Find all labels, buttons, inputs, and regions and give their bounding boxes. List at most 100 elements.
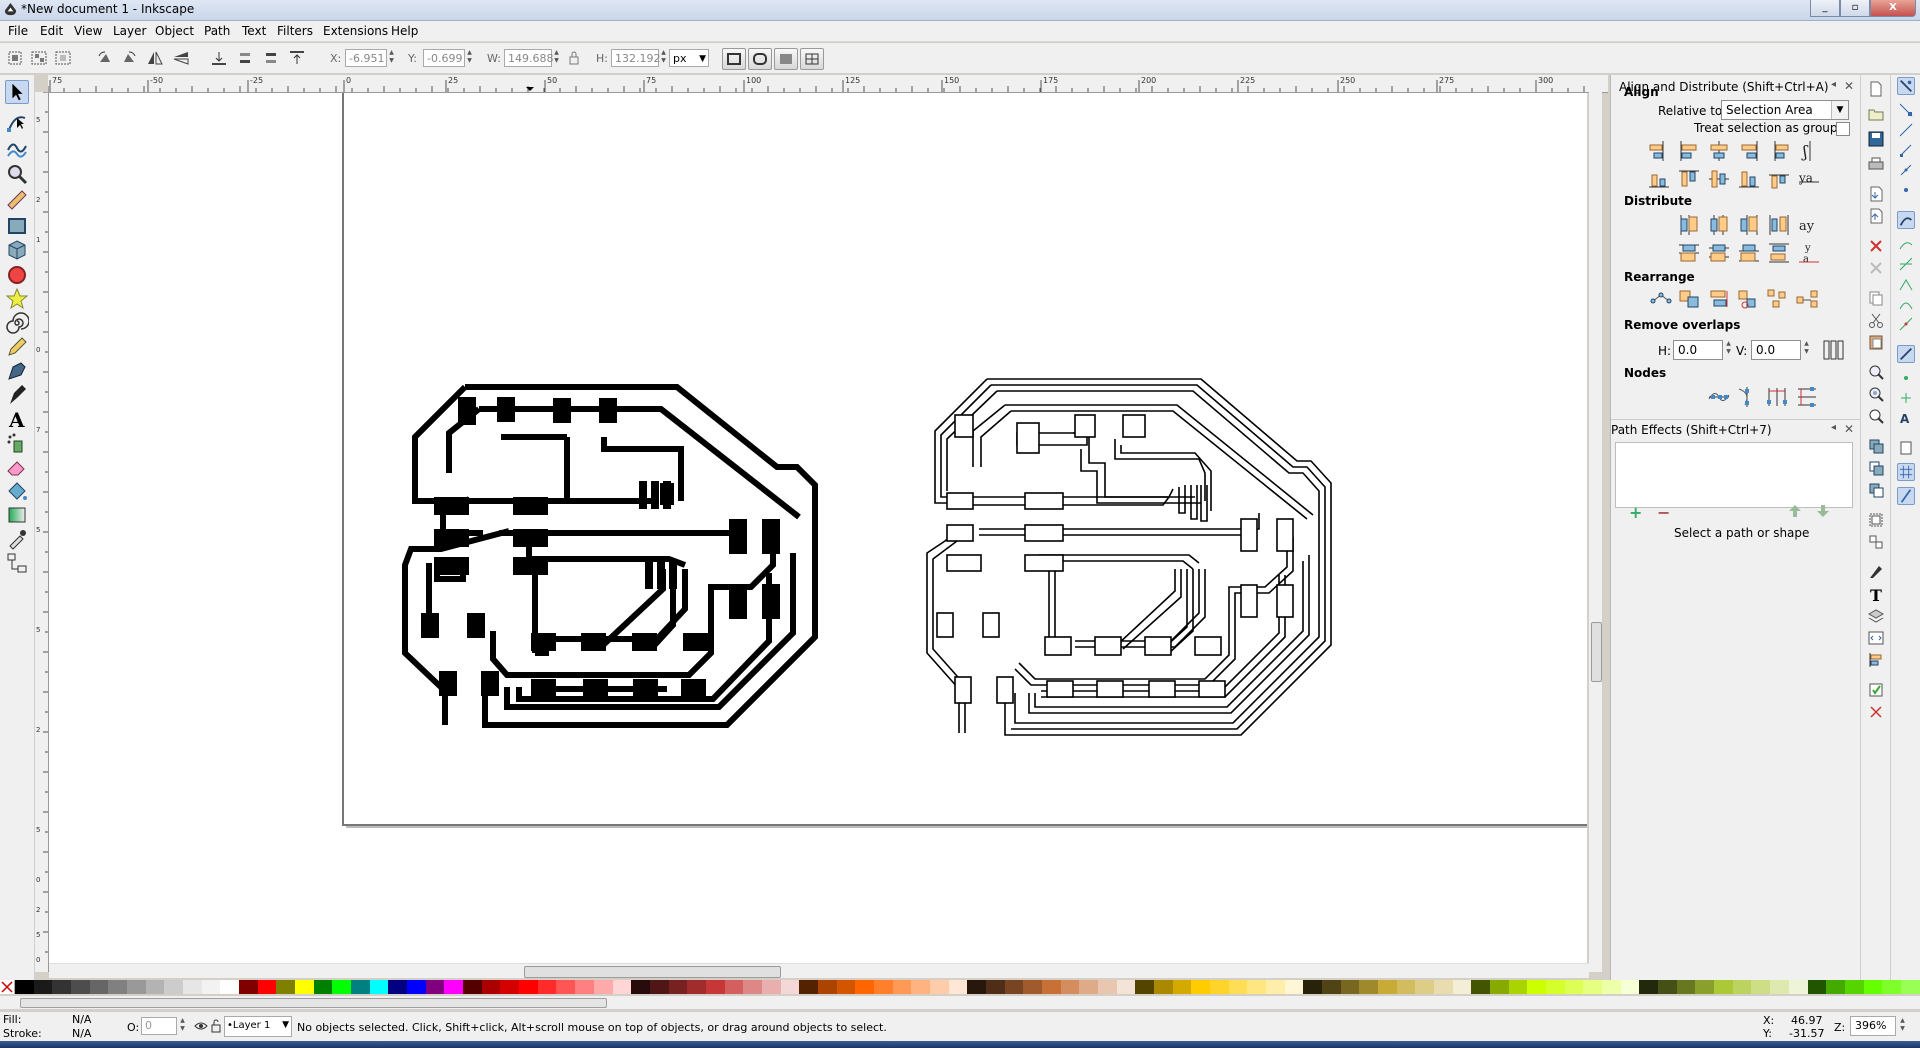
- color-swatch[interactable]: [1807, 980, 1827, 994]
- redo-icon[interactable]: [1867, 259, 1885, 277]
- lower-to-bottom-icon[interactable]: [210, 50, 228, 66]
- color-swatch[interactable]: [388, 980, 408, 994]
- snap-bbox-icon[interactable]: [1897, 101, 1915, 119]
- snap-rotation-center-icon[interactable]: [1897, 389, 1915, 407]
- color-swatch[interactable]: [1359, 980, 1379, 994]
- vertical-scrollbar[interactable]: [1589, 92, 1602, 972]
- export-icon[interactable]: [1867, 207, 1885, 225]
- overlap-h-field[interactable]: 0.0: [1673, 340, 1723, 360]
- color-swatch[interactable]: [519, 980, 538, 994]
- snap-centers-icon[interactable]: [1897, 369, 1915, 387]
- color-swatch[interactable]: [295, 980, 314, 994]
- color-swatch[interactable]: [407, 980, 426, 994]
- snap-intersections-icon[interactable]: [1897, 255, 1915, 273]
- move-patterns-toggle[interactable]: [800, 48, 824, 70]
- color-swatch[interactable]: [967, 980, 986, 994]
- zoom-selection-icon[interactable]: [1867, 363, 1885, 381]
- menu-text[interactable]: Text: [242, 24, 266, 38]
- open-document-icon[interactable]: [1867, 105, 1885, 123]
- distribute-top-edges-icon[interactable]: [1677, 241, 1701, 265]
- color-swatch[interactable]: [1266, 980, 1285, 994]
- close-button[interactable]: X: [1870, 0, 1916, 17]
- color-swatch[interactable]: [705, 980, 725, 994]
- align-top-edges-icon[interactable]: [1677, 167, 1701, 191]
- color-swatch[interactable]: [1023, 980, 1042, 994]
- text-font-icon[interactable]: T: [1867, 585, 1885, 603]
- color-swatch[interactable]: [1583, 980, 1603, 994]
- color-swatch[interactable]: [1900, 980, 1920, 994]
- color-swatch[interactable]: [855, 980, 874, 994]
- center-horizontal-axis-icon[interactable]: [1707, 167, 1731, 191]
- color-swatch[interactable]: [1844, 980, 1864, 994]
- color-swatch[interactable]: [929, 980, 949, 994]
- color-swatch[interactable]: [127, 980, 146, 994]
- w-spinner[interactable]: ▲ ▼: [552, 49, 561, 67]
- print-document-icon[interactable]: [1867, 155, 1885, 173]
- align-nodes-horizontal-icon[interactable]: [1707, 385, 1731, 409]
- unclump-icon[interactable]: [1795, 287, 1819, 311]
- horizontal-ruler[interactable]: 75 -50 -25 0 25 50 75 100 125 150 175 20…: [48, 75, 1608, 93]
- color-swatch[interactable]: [668, 980, 688, 994]
- fill-value[interactable]: N/A: [72, 1013, 91, 1026]
- color-swatch[interactable]: [1508, 980, 1528, 994]
- layer-lock-icon[interactable]: [211, 1019, 221, 1033]
- menu-view[interactable]: View: [74, 24, 102, 38]
- fill-stroke-icon[interactable]: [1867, 563, 1885, 581]
- color-swatch[interactable]: [444, 980, 464, 994]
- distribute-centers-horizontally-icon[interactable]: [1707, 213, 1731, 237]
- y-spinner[interactable]: ▲ ▼: [465, 49, 474, 67]
- color-swatch[interactable]: [817, 980, 837, 994]
- remove-effect-button[interactable]: −: [1657, 503, 1670, 522]
- group-icon[interactable]: [1867, 511, 1885, 529]
- preferences-icon[interactable]: [1867, 681, 1885, 699]
- color-swatch[interactable]: [911, 980, 930, 994]
- color-swatch[interactable]: [1527, 980, 1547, 994]
- distribute-nodes-vertical-icon[interactable]: [1795, 385, 1819, 409]
- color-swatch[interactable]: [1770, 980, 1789, 994]
- color-swatch[interactable]: [873, 980, 893, 994]
- color-swatch[interactable]: [1322, 980, 1341, 994]
- snap-bbox-corner-icon[interactable]: [1897, 141, 1915, 159]
- import-icon[interactable]: [1867, 185, 1885, 203]
- paste-icon[interactable]: [1867, 333, 1885, 351]
- color-swatch[interactable]: [1415, 980, 1435, 994]
- color-swatch[interactable]: [593, 980, 613, 994]
- color-swatch[interactable]: [892, 980, 912, 994]
- color-swatch[interactable]: [948, 980, 968, 994]
- color-swatch[interactable]: [15, 980, 34, 994]
- minimize-button[interactable]: _: [1810, 0, 1840, 17]
- snap-bbox-center-icon[interactable]: [1897, 181, 1915, 199]
- raise-icon[interactable]: [262, 50, 280, 66]
- snap-text-baseline-icon[interactable]: A: [1897, 409, 1915, 427]
- color-swatch[interactable]: [1732, 980, 1752, 994]
- star-tool-icon[interactable]: [5, 287, 29, 311]
- distribute-centers-vertically-icon[interactable]: [1707, 241, 1731, 265]
- color-swatch[interactable]: [1247, 980, 1267, 994]
- color-swatch[interactable]: [52, 980, 72, 994]
- no-paint-swatch[interactable]: [0, 980, 15, 994]
- panel-menu-icon[interactable]: ◂: [1831, 79, 1836, 90]
- color-swatch[interactable]: [649, 980, 669, 994]
- color-swatch[interactable]: [257, 980, 277, 994]
- paint-bucket-tool-icon[interactable]: [5, 479, 29, 503]
- lower-icon[interactable]: [236, 50, 254, 66]
- eye-icon[interactable]: [194, 1020, 208, 1032]
- color-swatch[interactable]: [463, 980, 482, 994]
- color-swatch[interactable]: [1041, 980, 1061, 994]
- color-swatch[interactable]: [1602, 980, 1621, 994]
- dropper-tool-icon[interactable]: [5, 527, 29, 551]
- menu-filters[interactable]: Filters: [277, 24, 313, 38]
- treat-group-checkbox[interactable]: [1836, 122, 1850, 136]
- color-swatch[interactable]: [1471, 980, 1491, 994]
- color-swatch[interactable]: [556, 980, 576, 994]
- exchange-positions-icon[interactable]: [1677, 287, 1701, 311]
- exchange-clockwise-icon[interactable]: [1735, 287, 1759, 311]
- distribute-baselines-horizontally-icon[interactable]: ay: [1797, 213, 1821, 237]
- distribute-gaps-horizontally-icon[interactable]: [1767, 213, 1791, 237]
- horizontal-scroll-thumb[interactable]: [524, 966, 781, 978]
- menu-file[interactable]: File: [8, 24, 28, 38]
- document-properties-icon[interactable]: [1867, 703, 1885, 721]
- clone-icon[interactable]: [1867, 459, 1885, 477]
- panel-menu-icon[interactable]: ◂: [1831, 422, 1836, 433]
- snap-bbox-midpoint-icon[interactable]: [1897, 161, 1915, 179]
